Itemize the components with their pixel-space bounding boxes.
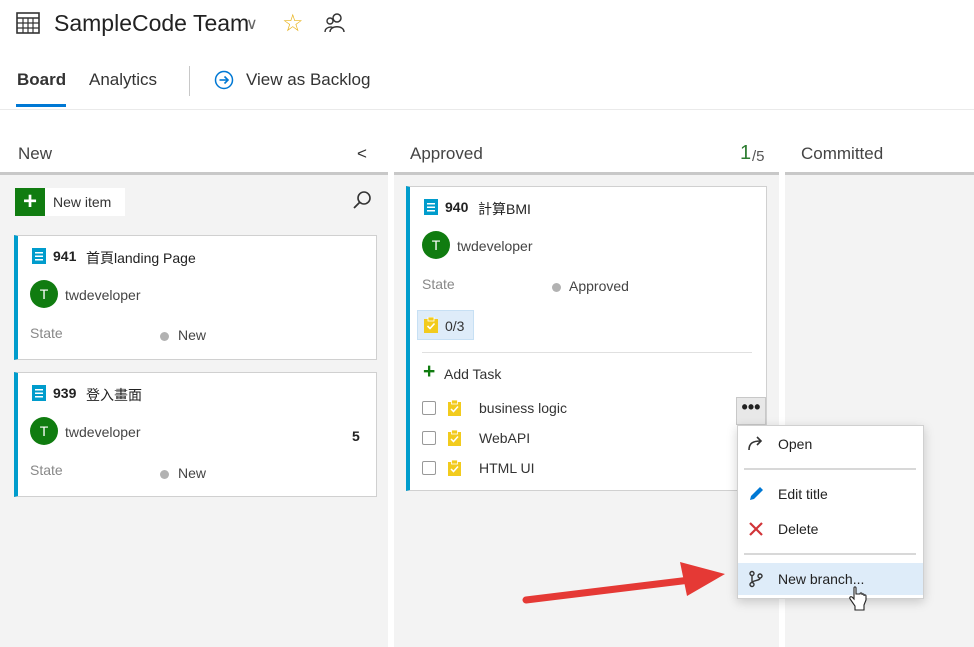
state-value[interactable]: Approved bbox=[569, 278, 629, 294]
state-label: State bbox=[422, 276, 455, 292]
tab-divider bbox=[189, 66, 190, 96]
search-icon[interactable] bbox=[352, 190, 372, 210]
state-value[interactable]: New bbox=[178, 327, 206, 343]
task-progress-badge[interactable]: 0/3 bbox=[417, 310, 474, 340]
user-story-icon bbox=[32, 248, 46, 264]
delete-x-icon bbox=[749, 522, 763, 536]
plus-icon: + bbox=[15, 188, 45, 216]
work-item-card-939[interactable]: 939 登入畫面 T twdeveloper 5 State New bbox=[14, 372, 377, 497]
context-menu: Open Edit title Delete New branch... bbox=[737, 425, 924, 599]
state-dot bbox=[552, 283, 561, 292]
collapse-column-button[interactable]: < bbox=[357, 144, 367, 164]
menu-separator bbox=[744, 553, 916, 555]
column-header-committed bbox=[784, 111, 974, 175]
menu-item-label: Open bbox=[778, 436, 813, 452]
column-title-committed: Committed bbox=[801, 144, 884, 163]
card-assignee[interactable]: twdeveloper bbox=[457, 238, 533, 254]
hand-cursor-icon bbox=[849, 586, 867, 611]
open-arrow-icon bbox=[748, 436, 763, 451]
card-title[interactable]: 登入畫面 bbox=[86, 385, 142, 405]
branch-icon bbox=[749, 570, 763, 588]
board-icon bbox=[16, 12, 40, 34]
task-checkbox[interactable] bbox=[422, 401, 436, 415]
page-header: SampleCode Team ∨ ☆ Board Analytics View… bbox=[0, 0, 974, 110]
menu-item-label: Delete bbox=[778, 521, 819, 537]
menu-separator bbox=[744, 468, 916, 470]
task-title[interactable]: HTML UI bbox=[479, 460, 534, 476]
card-id: 939 bbox=[53, 385, 77, 401]
state-dot bbox=[160, 332, 169, 341]
tab-board[interactable]: Board bbox=[17, 70, 66, 90]
task-clipboard-icon bbox=[424, 317, 438, 333]
avatar: T bbox=[422, 231, 450, 259]
menu-item-open[interactable]: Open bbox=[738, 428, 923, 460]
new-item-button[interactable]: + New item bbox=[15, 188, 125, 216]
effort-value: 5 bbox=[352, 428, 360, 444]
column-header-new bbox=[0, 111, 389, 175]
menu-item-label: Edit title bbox=[778, 486, 828, 502]
add-task-plus-icon[interactable]: + bbox=[423, 360, 435, 384]
menu-item-new-branch[interactable]: New branch... bbox=[738, 563, 923, 595]
column-divider bbox=[388, 111, 394, 647]
card-title[interactable]: 首頁landing Page bbox=[86, 248, 196, 268]
user-story-icon bbox=[32, 385, 46, 401]
card-assignee[interactable]: twdeveloper bbox=[65, 287, 141, 303]
avatar: T bbox=[30, 417, 58, 445]
task-clipboard-icon bbox=[448, 430, 461, 446]
user-story-icon bbox=[424, 199, 438, 215]
card-id: 941 bbox=[53, 248, 77, 264]
column-title-approved: Approved bbox=[410, 144, 483, 163]
column-title-new: New bbox=[18, 144, 53, 163]
card-id: 940 bbox=[445, 199, 469, 215]
task-title[interactable]: WebAPI bbox=[479, 430, 530, 446]
view-as-backlog-link[interactable]: View as Backlog bbox=[246, 70, 370, 90]
state-label: State bbox=[30, 462, 63, 478]
arrow-circle-right-icon[interactable] bbox=[214, 70, 234, 90]
menu-item-edit-title[interactable]: Edit title bbox=[738, 478, 923, 510]
state-dot bbox=[160, 470, 169, 479]
menu-item-delete[interactable]: Delete bbox=[738, 513, 923, 545]
team-members-icon[interactable] bbox=[324, 12, 346, 34]
more-actions-button[interactable]: ••• bbox=[736, 397, 766, 425]
task-title[interactable]: business logic bbox=[479, 400, 567, 416]
task-clipboard-icon bbox=[448, 460, 461, 476]
pencil-icon bbox=[750, 487, 763, 500]
new-item-label: New item bbox=[53, 194, 112, 210]
card-title[interactable]: 計算BMI bbox=[478, 199, 531, 219]
task-progress-text: 0/3 bbox=[445, 318, 465, 334]
task-clipboard-icon bbox=[448, 400, 461, 416]
state-value[interactable]: New bbox=[178, 465, 206, 481]
column-header-approved bbox=[393, 111, 780, 175]
state-label: State bbox=[30, 325, 63, 341]
task-checkbox[interactable] bbox=[422, 461, 436, 475]
wip-limit: /5 bbox=[752, 148, 765, 165]
tab-analytics[interactable]: Analytics bbox=[89, 70, 157, 90]
favorite-star-icon[interactable]: ☆ bbox=[282, 9, 304, 38]
annotation-arrow bbox=[522, 562, 725, 604]
card-assignee[interactable]: twdeveloper bbox=[65, 424, 141, 440]
task-checkbox[interactable] bbox=[422, 431, 436, 445]
team-name[interactable]: SampleCode Team bbox=[54, 10, 249, 37]
add-task-button[interactable]: Add Task bbox=[444, 366, 501, 382]
avatar: T bbox=[30, 280, 58, 308]
work-item-card-941[interactable]: 941 首頁landing Page T twdeveloper State N… bbox=[14, 235, 377, 360]
chevron-down-icon[interactable]: ∨ bbox=[246, 14, 258, 34]
card-divider bbox=[422, 352, 752, 353]
menu-item-label: New branch... bbox=[778, 571, 865, 587]
tab-board-underline bbox=[16, 104, 66, 107]
wip-count: 1 bbox=[740, 142, 752, 164]
